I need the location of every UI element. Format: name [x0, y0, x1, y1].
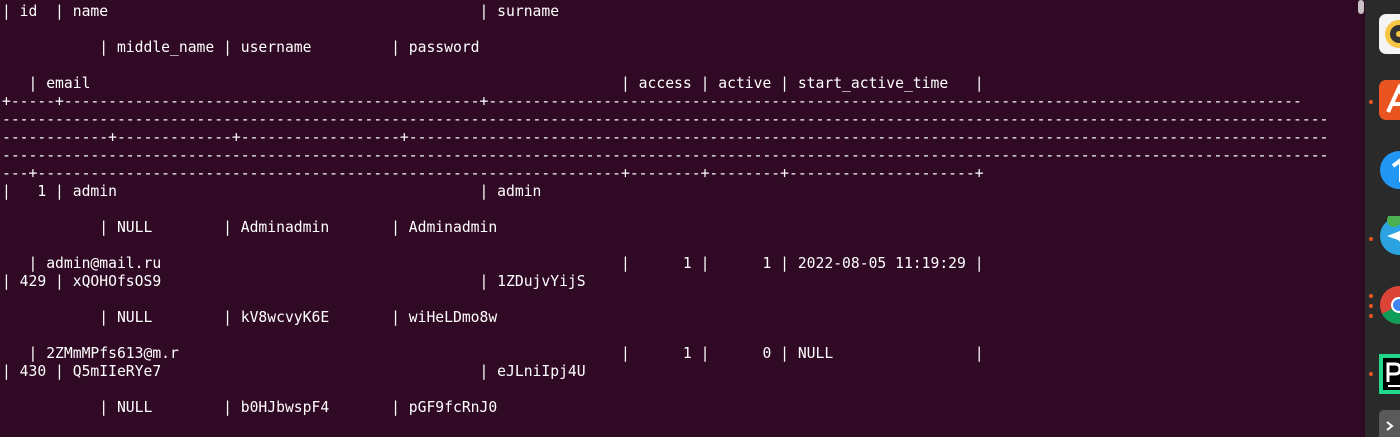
running-indicator	[1369, 304, 1373, 308]
app-center-icon[interactable]	[1379, 80, 1400, 120]
scrollbar-thumb[interactable]	[1358, 0, 1364, 14]
terminal-line: ----------------------------------------…	[2, 111, 1329, 128]
telegram-icon[interactable]	[1379, 213, 1400, 256]
terminal-line: | id | name | surname	[2, 3, 560, 20]
terminal-output: | id | name | surname | middle_name | us…	[2, 3, 1328, 435]
blue-app-icon[interactable]	[1379, 150, 1400, 190]
chrome-icon[interactable]	[1379, 285, 1400, 325]
running-indicator	[1369, 237, 1373, 241]
running-indicator	[1369, 314, 1373, 318]
terminal-line: ---+------------------------------------…	[2, 165, 984, 182]
running-indicator	[1369, 100, 1373, 104]
running-indicator	[1369, 294, 1373, 298]
terminal-scrollbar[interactable]	[1357, 0, 1365, 437]
terminal-line: +-----+---------------------------------…	[2, 93, 1302, 110]
terminal-line: | NULL | Adminadmin | Adminadmin	[2, 219, 498, 236]
terminal-line: | 430 | Q5mIIeRYe7 | eJLniIpj4U	[2, 363, 586, 380]
terminal-line: | admin@mail.ru | 1 | 1 | 2022-08-05 11:…	[2, 255, 984, 272]
terminal-line: | email | access | active | start_active…	[2, 75, 984, 92]
terminal-line: | 1 | admin | admin	[2, 183, 542, 200]
terminal-line: | NULL | kV8wcvyK6E | wiHeLDmo8w	[2, 309, 498, 326]
dock	[1365, 0, 1400, 437]
rhythmbox-icon[interactable]	[1379, 14, 1400, 54]
pycharm-icon[interactable]	[1379, 354, 1400, 394]
terminal-line: | 2ZMmMPfs613@m.r | 1 | 0 | NULL |	[2, 345, 984, 362]
terminal-icon[interactable]	[1379, 410, 1400, 437]
running-indicator	[1369, 372, 1373, 376]
terminal-line: ------------+-------------+-------------…	[2, 129, 1329, 146]
terminal-window[interactable]: | id | name | surname | middle_name | us…	[0, 0, 1357, 437]
terminal-line: | NULL | b0HJbwspF4 | pGF9fcRnJ0	[2, 399, 498, 416]
terminal-line: | middle_name | username | password	[2, 39, 480, 56]
terminal-line: ----------------------------------------…	[2, 147, 1329, 164]
terminal-line: | 429 | xQOHOfsOS9 | 1ZDujvYijS	[2, 273, 586, 290]
